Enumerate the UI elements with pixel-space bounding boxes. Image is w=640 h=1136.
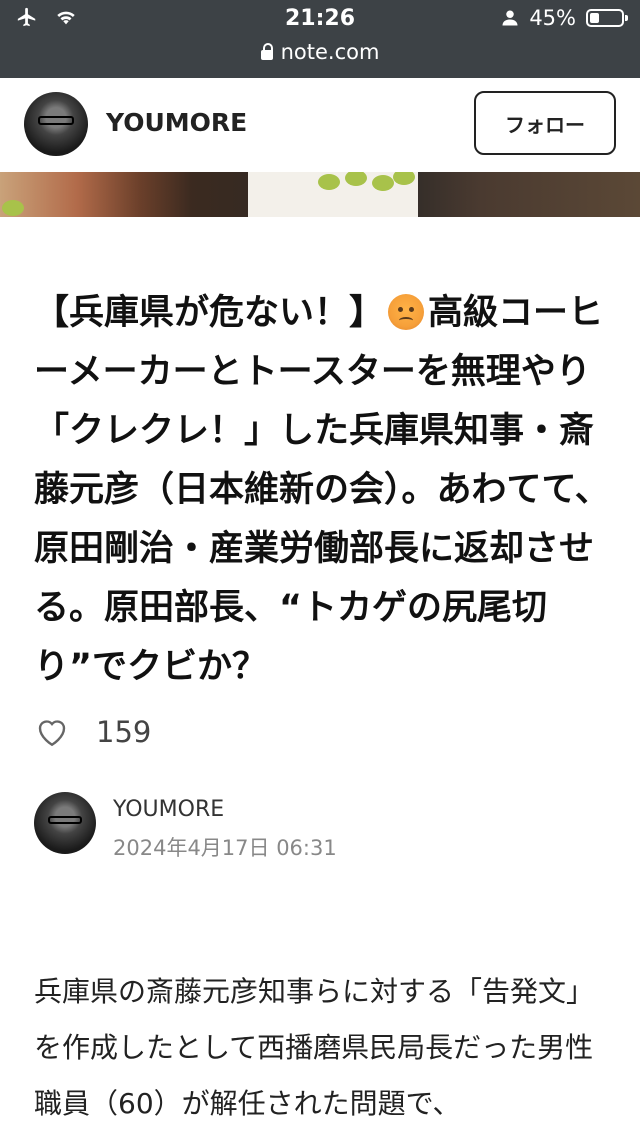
heart-icon[interactable] xyxy=(34,714,70,750)
person-icon xyxy=(502,10,518,26)
title-part-1: 【兵庫県が危ない！】 xyxy=(34,293,385,333)
url-text: note.com xyxy=(280,40,380,64)
status-right: 45% xyxy=(501,6,628,30)
note-header: YOUMORE フォロー xyxy=(0,78,640,172)
like-area: 159 xyxy=(34,714,151,750)
angry-face-icon xyxy=(388,294,425,330)
apple xyxy=(318,174,340,190)
author-name[interactable]: YOUMORE xyxy=(113,797,224,822)
author-avatar[interactable] xyxy=(34,792,96,854)
article-body: 兵庫県の斎藤元彦知事らに対する「告発文」を作成したとして西播磨県民局長だった男性… xyxy=(34,975,595,1120)
creator-name[interactable]: YOUMORE xyxy=(106,108,247,137)
battery-percent: 45% xyxy=(529,6,576,30)
creator-avatar[interactable] xyxy=(24,92,88,156)
like-count: 159 xyxy=(96,715,152,749)
apple xyxy=(372,175,394,191)
header-image xyxy=(0,172,640,217)
title-part-2: 高級コーヒーメーカーとトースターを無理やり「クレクレ！」した兵庫県知事・斎藤元彦… xyxy=(34,293,610,687)
apple xyxy=(2,200,24,216)
battery-icon xyxy=(586,9,628,27)
publish-date: 2024年4月17日 06:31 xyxy=(113,836,337,860)
lock-icon xyxy=(260,43,273,60)
article-title: 【兵庫県が危ない！】 高級コーヒーメーカーとトースターを無理やり「クレクレ！」した… xyxy=(34,284,614,697)
follow-button[interactable]: フォロー xyxy=(474,91,616,155)
url-bar[interactable]: note.com xyxy=(0,40,640,64)
browser-bar: 21:26 45% note.com xyxy=(0,0,640,78)
